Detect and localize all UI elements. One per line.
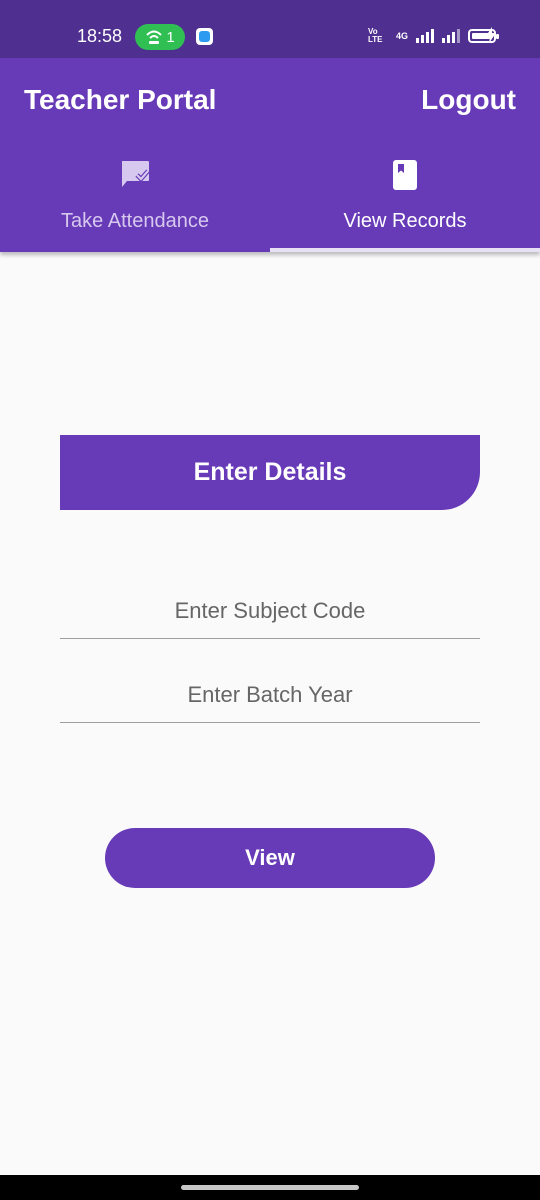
- signal-icon-2: [442, 29, 460, 43]
- network-type: 4G: [395, 31, 408, 41]
- status-time: 18:58: [77, 26, 123, 46]
- tab-take-attendance[interactable]: Take Attendance: [0, 154, 270, 252]
- app-bar: Teacher Portal Logout Take Attendance Vi…: [0, 58, 540, 252]
- view-button[interactable]: View: [105, 828, 435, 888]
- book-icon: [393, 160, 417, 190]
- hotspot-count: 1: [166, 28, 175, 46]
- volte-icon: Vo LTE: [367, 27, 383, 44]
- charging-icon: [486, 27, 496, 43]
- app-title: Teacher Portal: [24, 84, 217, 115]
- status-icons: Vo LTE 4G: [367, 27, 499, 44]
- wifi-hotspot-icon: [146, 30, 163, 44]
- rate-review-check-icon: [122, 161, 150, 187]
- batch-year-input[interactable]: [60, 667, 480, 723]
- app-notification-icon: [196, 28, 213, 45]
- subject-code-input[interactable]: [60, 583, 480, 639]
- hotspot-indicator: 1: [135, 24, 185, 50]
- logout-button[interactable]: Logout: [421, 84, 516, 116]
- home-gesture-handle[interactable]: [181, 1185, 359, 1190]
- tab-indicator: [270, 248, 540, 252]
- navigation-bar: [0, 1175, 540, 1200]
- tab-view-records[interactable]: View Records: [270, 154, 540, 252]
- status-bar: 18:58 1 Vo LTE 4G: [0, 0, 540, 58]
- tab-label: View Records: [343, 210, 467, 232]
- tab-label: Take Attendance: [61, 210, 209, 232]
- form-header: Enter Details: [60, 435, 480, 510]
- signal-icon: [416, 29, 434, 43]
